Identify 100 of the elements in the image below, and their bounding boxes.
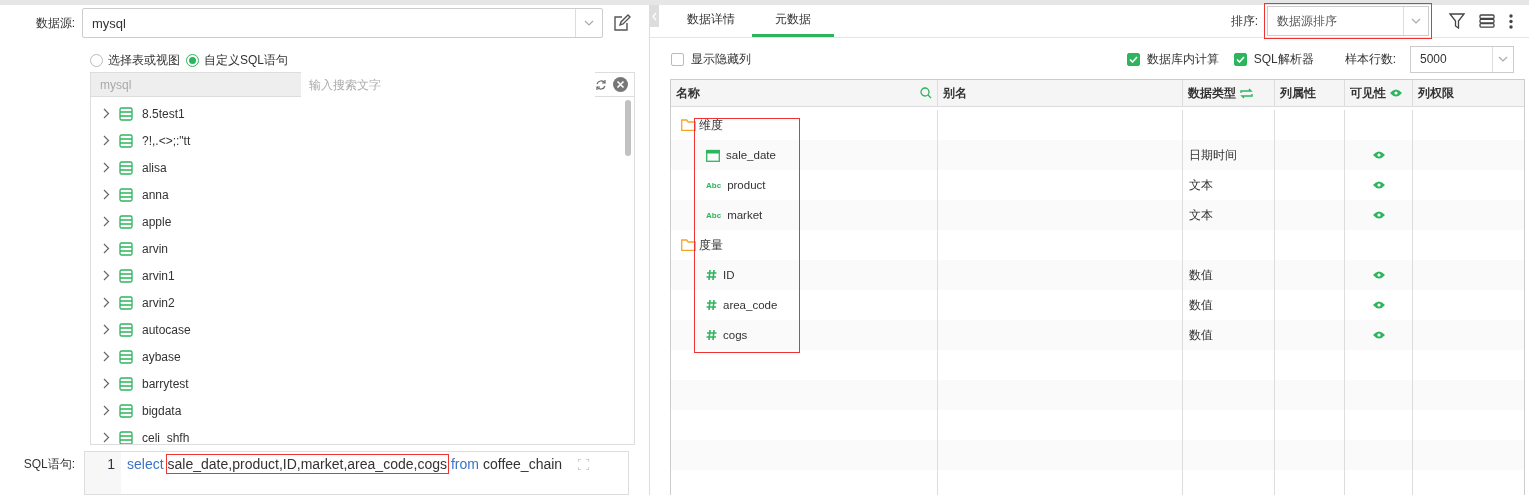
eye-icon[interactable]	[1372, 211, 1385, 219]
data-type: 数值	[1189, 297, 1213, 313]
sql-editor[interactable]: 1 select sale_date,product,ID,market,area_code,cogs from coffee_chain	[84, 451, 629, 495]
group-name[interactable]: 度量	[699, 237, 723, 253]
sample-rows-dropdown[interactable]: 5000	[1410, 45, 1514, 73]
sample-rows-label: 样本行数:	[1344, 50, 1396, 68]
field-name[interactable]: market	[727, 209, 763, 221]
database-name[interactable]: aybase	[142, 349, 181, 364]
database-icon	[119, 268, 133, 283]
chevron-icon[interactable]	[103, 243, 110, 254]
chevron-icon[interactable]	[103, 135, 110, 146]
database-icon	[119, 403, 133, 418]
field-name[interactable]: ID	[723, 269, 735, 281]
database-icon	[119, 160, 133, 175]
database-icon	[119, 322, 133, 337]
checkbox[interactable]	[1126, 52, 1140, 66]
database-icon	[119, 187, 133, 202]
database-name[interactable]: bigdata	[142, 403, 182, 418]
more-icon[interactable]	[1509, 13, 1513, 29]
swap-icon[interactable]	[1240, 87, 1253, 99]
text-type-label: Abc	[706, 210, 722, 220]
field-name[interactable]: cogs	[723, 329, 748, 341]
field-name[interactable]: product	[727, 179, 766, 191]
scrollbar-thumb[interactable]	[625, 100, 631, 156]
database-icon	[119, 214, 133, 229]
sql-column-list: sale_date,product,ID,market,area_code,cogs	[167, 456, 447, 472]
sql-keyword: from	[450, 456, 479, 472]
data-type: 文本	[1189, 207, 1213, 223]
eye-icon[interactable]	[1372, 271, 1385, 279]
chevron-icon[interactable]	[103, 405, 110, 416]
database-name[interactable]: arvin1	[142, 268, 175, 283]
eye-icon[interactable]	[1372, 331, 1385, 339]
chevron-icon[interactable]	[103, 189, 110, 200]
sql-table-name: coffee_chain	[482, 456, 563, 472]
database-name[interactable]: celi_shfh	[142, 430, 190, 444]
chevron-icon[interactable]	[103, 297, 110, 308]
group-name[interactable]: 维度	[699, 117, 723, 133]
database-name[interactable]: 8.5test1	[142, 106, 185, 121]
chevron-icon[interactable]	[103, 270, 110, 281]
tab[interactable]: 数据详情	[670, 5, 752, 37]
chevron-icon[interactable]	[103, 162, 110, 173]
database-name[interactable]: barrytest	[142, 376, 189, 391]
list-icon[interactable]	[1479, 14, 1495, 28]
database-name[interactable]: arvin2	[142, 295, 175, 310]
database-name[interactable]: arvin	[142, 241, 168, 256]
calendar-icon	[706, 148, 720, 162]
chevron-icon[interactable]	[103, 324, 110, 335]
hash-icon	[706, 329, 717, 341]
data-type: 文本	[1189, 177, 1213, 193]
eye-icon[interactable]	[1372, 301, 1385, 309]
hash-icon	[706, 269, 717, 281]
checkbox-label[interactable]: 数据库内计算	[1146, 50, 1219, 68]
eye-icon[interactable]	[1372, 181, 1385, 189]
radio-label[interactable]: 选择表或视图	[108, 51, 180, 69]
database-icon	[119, 106, 133, 121]
search-icon[interactable]	[920, 87, 932, 99]
caret-icon	[584, 20, 594, 26]
checkbox[interactable]	[671, 52, 684, 66]
search-field[interactable]: 输入搜索文字	[301, 72, 595, 97]
column-header: 列权限	[1418, 84, 1454, 102]
eye-icon[interactable]	[1372, 151, 1385, 159]
source-field: mysql	[91, 73, 301, 96]
chevron-icon[interactable]	[103, 432, 110, 443]
filter-icon[interactable]	[1449, 13, 1465, 29]
sort-dropdown[interactable]: 数据源排序	[1267, 6, 1429, 36]
column-header: 别名	[943, 84, 967, 102]
database-name[interactable]: apple	[142, 214, 172, 229]
caret-icon	[1411, 18, 1421, 24]
column-header: 列属性	[1280, 84, 1316, 102]
line-number: 1	[107, 456, 115, 472]
column-header: 数据类型	[1188, 84, 1236, 102]
eye-icon[interactable]	[1390, 89, 1402, 97]
edit-icon[interactable]	[613, 14, 631, 32]
database-icon	[119, 376, 133, 391]
sql-keyword: select	[127, 456, 164, 472]
datasource-dropdown[interactable]: mysql	[82, 8, 603, 38]
radio-label[interactable]: 自定义SQL语句	[204, 51, 288, 69]
field-name[interactable]: area_code	[723, 299, 778, 311]
data-type: 数值	[1189, 327, 1213, 343]
clear-icon[interactable]	[613, 77, 628, 92]
chevron-icon[interactable]	[103, 108, 110, 119]
field-name[interactable]: sale_date	[726, 149, 776, 161]
chevron-icon[interactable]	[103, 351, 110, 362]
database-name[interactable]: anna	[142, 187, 169, 202]
database-name[interactable]: autocase	[142, 322, 191, 337]
database-icon	[119, 430, 133, 444]
database-icon	[119, 133, 133, 148]
database-name[interactable]: alisa	[142, 160, 167, 175]
chevron-icon[interactable]	[103, 216, 110, 227]
tab[interactable]: 元数据	[752, 5, 834, 37]
checkbox[interactable]	[1233, 52, 1247, 66]
checkbox-label[interactable]: SQL解析器	[1253, 50, 1314, 68]
database-name[interactable]: ?!,.<>;:"tt	[142, 133, 191, 148]
hash-icon	[706, 299, 717, 311]
checkbox-label[interactable]: 显示隐藏列	[691, 50, 751, 68]
chevron-icon[interactable]	[103, 378, 110, 389]
database-icon	[119, 295, 133, 310]
refresh-icon[interactable]	[595, 78, 607, 91]
collapse-handle[interactable]	[650, 5, 659, 27]
sort-label: 排序:	[1230, 12, 1258, 30]
